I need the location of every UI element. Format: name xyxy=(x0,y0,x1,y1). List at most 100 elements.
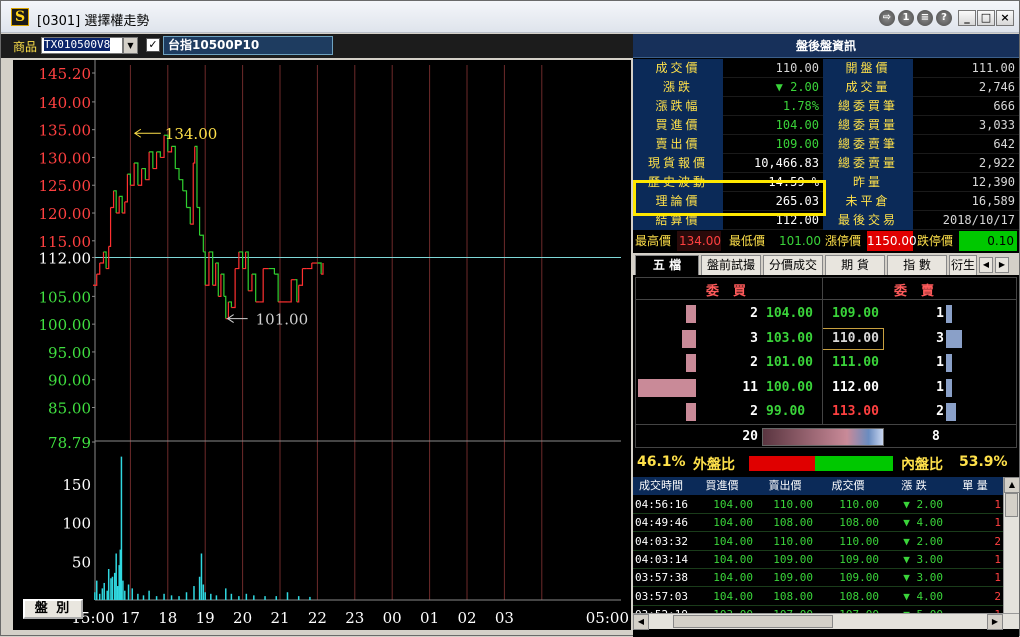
tick-price: 109.00 xyxy=(839,571,879,585)
tick-row[interactable]: 04:56:16 104.00 110.00 110.00 ▼ 2.00 1 xyxy=(633,496,1003,514)
quote-label: 賣出價 xyxy=(633,135,723,154)
ask-volume-bar xyxy=(946,354,952,372)
tab-scroll-right-icon[interactable]: ▶ xyxy=(995,257,1009,273)
tick-row[interactable]: 04:03:14 104.00 109.00 109.00 ▼ 3.00 1 xyxy=(633,551,1003,569)
tick-qty: 2 xyxy=(994,534,1001,548)
y-tick-label: 120.00 xyxy=(39,205,92,223)
price-segment xyxy=(179,179,184,191)
quote-row: 賣出價 109.00 總委賣筆 642 xyxy=(633,135,1019,154)
high-value: 134.00 xyxy=(677,231,721,251)
tick-bid: 104.00 xyxy=(713,534,753,548)
tick-ask: 109.00 xyxy=(773,571,813,585)
minimize-button[interactable]: _ xyxy=(958,10,976,26)
tab-scroll-left-icon[interactable]: ◀ xyxy=(979,257,993,273)
quote-label: 總委賣量 xyxy=(823,154,913,173)
price-segment xyxy=(186,206,191,225)
scroll-right-icon[interactable]: ▶ xyxy=(987,614,1003,630)
tick-price: 108.00 xyxy=(839,516,879,530)
ask-volume-bar xyxy=(946,403,956,421)
y-tick-label: 85.00 xyxy=(48,399,91,417)
tab-pre-open[interactable]: 盤前試撮 xyxy=(701,255,761,275)
price-chart[interactable]: 145.20 140.00 135.00 130.00 125.00 120.00 115.… xyxy=(13,60,631,630)
tab-derivatives[interactable]: 衍生 xyxy=(949,255,977,275)
order-book-row[interactable]: 2 104.00 109.00 1 xyxy=(636,302,1016,326)
tick-ask: 109.00 xyxy=(773,552,813,566)
in-out-ratio: 46.1% 外盤比 內盤比 53.9% xyxy=(633,452,1019,474)
order-book-row[interactable]: 2 101.00 111.00 1 xyxy=(636,351,1016,375)
high-annotation: 134.00 xyxy=(165,125,218,143)
maximize-button[interactable]: □ xyxy=(977,10,995,26)
bid-ask-ratio-bar xyxy=(762,428,884,446)
scroll-up-icon[interactable]: ▲ xyxy=(1004,477,1020,493)
scroll-left-icon[interactable]: ◀ xyxy=(633,614,649,630)
x-tick-label: 23 xyxy=(345,609,364,627)
price-segment xyxy=(196,206,201,236)
close-button[interactable]: × xyxy=(996,10,1014,26)
window-number-button[interactable]: 1 xyxy=(898,10,914,26)
price-segment xyxy=(235,251,240,270)
quote-value: 1.78% xyxy=(723,97,823,116)
x-tick-label: 19 xyxy=(196,609,215,627)
help-icon[interactable]: ? xyxy=(936,10,952,26)
price-segment xyxy=(203,251,206,286)
quote-value: 666 xyxy=(913,97,1019,116)
x-tick-label: 05:00 xyxy=(586,609,629,627)
tick-table[interactable]: 成交時間 買進價 賣出價 成交價 漲 跌 單 量 04:56:16 104.00 1… xyxy=(633,477,1003,624)
tab-price-volume[interactable]: 分價成交 xyxy=(763,255,823,275)
price-segment xyxy=(182,190,188,208)
order-book-row[interactable]: 2 99.00 113.00 2 xyxy=(636,400,1016,424)
quote-value: 104.00 xyxy=(723,116,823,135)
period-button[interactable]: 盤 別 xyxy=(23,599,83,619)
tick-time: 04:49:46 xyxy=(635,516,688,530)
tick-qty: 1 xyxy=(994,552,1001,566)
product-label: 商品 xyxy=(13,40,38,54)
x-tick-label: 18 xyxy=(158,609,177,627)
vertical-scroll-thumb[interactable] xyxy=(1005,493,1018,517)
tick-change: ▼ 4.00 xyxy=(903,589,943,603)
quote-label: 現貨報價 xyxy=(633,154,723,173)
order-book-row[interactable]: 3 103.00 110.00 3 xyxy=(636,327,1016,351)
tab-index[interactable]: 指 數 xyxy=(887,255,947,275)
col-price: 成交價 xyxy=(831,479,865,492)
y-tick-label: 145.20 xyxy=(39,65,92,83)
tick-row[interactable]: 03:57:38 104.00 109.00 109.00 ▼ 3.00 1 xyxy=(633,569,1003,588)
col-time: 成交時間 xyxy=(639,479,683,492)
menu-icon[interactable]: ≡ xyxy=(917,10,933,26)
quote-label: 未平倉 xyxy=(823,192,913,211)
x-tick-label: 22 xyxy=(308,609,327,627)
bid-volume-bar xyxy=(686,305,696,323)
tick-row[interactable]: 04:49:46 104.00 108.00 108.00 ▼ 4.00 1 xyxy=(633,514,1003,533)
tick-ask: 108.00 xyxy=(773,589,813,603)
tick-vertical-scrollbar[interactable]: ▲ xyxy=(1003,477,1020,613)
tab-five-levels[interactable]: 五 檔 xyxy=(635,255,699,275)
price-segment xyxy=(193,146,196,164)
bid-qty: 3 xyxy=(750,330,758,346)
tick-row[interactable]: 03:57:03 104.00 108.00 108.00 ▼ 4.00 2 xyxy=(633,588,1003,606)
tick-row[interactable]: 04:03:32 104.00 110.00 110.00 ▼ 2.00 2 xyxy=(633,533,1003,551)
tick-horizontal-scrollbar[interactable]: ◀ ▶ xyxy=(633,613,1019,630)
link-arrow-icon[interactable]: ⇨ xyxy=(879,10,895,26)
title-bar[interactable]: S [0301] 選擇權走勢 ⇨ 1 ≡ ? _ □ × xyxy=(1,1,1019,33)
chevron-down-icon[interactable]: ▼ xyxy=(123,37,138,54)
bid-volume-bar xyxy=(682,329,696,348)
product-checkbox[interactable]: ✓ xyxy=(146,38,160,52)
horizontal-scroll-thumb[interactable] xyxy=(673,615,833,628)
theoretical-price-highlight xyxy=(633,180,826,216)
quote-row: 現貨報價 10,466.83 總委賣量 2,922 xyxy=(633,154,1019,173)
order-book-total: 20 8 xyxy=(636,424,1016,448)
quote-label: 昨量 xyxy=(823,173,913,192)
col-qty: 單 量 xyxy=(962,479,988,492)
y-tick-label: 135.00 xyxy=(39,122,92,140)
tick-change: ▼ 2.00 xyxy=(903,498,943,511)
bid-volume-bar xyxy=(686,403,696,421)
volume-tick-label: 150 xyxy=(62,476,91,494)
tick-change: ▼ 4.00 xyxy=(903,516,943,530)
ask-price: 112.00 xyxy=(832,379,879,395)
x-tick-label: 01 xyxy=(420,609,439,627)
low-value: 101.00 xyxy=(779,234,821,248)
price-segment xyxy=(274,273,279,302)
tab-futures[interactable]: 期 貨 xyxy=(825,255,885,275)
quote-value: 642 xyxy=(913,135,1019,154)
product-code-input[interactable]: TX010500V8 xyxy=(41,37,123,54)
order-book-row[interactable]: 11 100.00 112.00 1 xyxy=(636,376,1016,400)
